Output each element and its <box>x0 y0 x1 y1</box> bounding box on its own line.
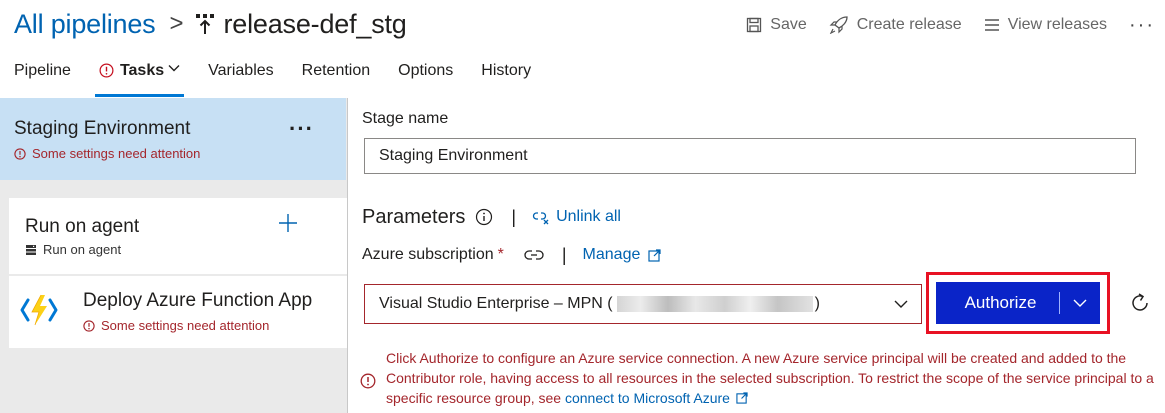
tab-variables[interactable]: Variables <box>208 58 274 98</box>
list-icon <box>984 18 1000 32</box>
rocket-icon <box>829 16 849 34</box>
warning-icon <box>99 63 114 78</box>
create-release-button[interactable]: Create release <box>829 16 962 34</box>
redacted-subscription-id <box>616 296 813 312</box>
stage-name-input[interactable]: Staging Environment <box>364 138 1136 174</box>
stage-details-panel: Stage name Staging Environment Parameter… <box>348 98 1165 413</box>
view-releases-label: View releases <box>1007 16 1107 33</box>
tab-bar: Pipeline Tasks Variables Retention Optio… <box>0 58 545 98</box>
parameters-header: Parameters | Unlink all <box>362 204 621 230</box>
command-bar: Save Create release View releases ··· <box>746 12 1165 38</box>
agent-job-subtitle: Run on agent <box>25 242 121 257</box>
view-releases-button[interactable]: View releases <box>984 16 1107 34</box>
task-title: Deploy Azure Function App <box>83 290 313 311</box>
info-icon[interactable] <box>475 208 493 226</box>
server-icon <box>25 244 37 256</box>
separator-bar: | <box>511 206 517 227</box>
breadcrumb: All pipelines > release-def_stg <box>14 6 407 42</box>
chevron-down-icon <box>893 296 909 312</box>
authorize-button[interactable]: Authorize <box>936 282 1100 324</box>
required-mark: * <box>497 246 504 263</box>
error-icon <box>360 373 376 389</box>
save-button[interactable]: Save <box>746 16 807 34</box>
unlink-icon <box>532 209 550 225</box>
authorize-dropdown-chevron-icon[interactable] <box>1060 297 1100 309</box>
breadcrumb-all-pipelines[interactable]: All pipelines <box>14 9 156 40</box>
agent-job-title: Run on agent <box>25 216 140 237</box>
authorize-error-message: Click Authorize to configure an Azure se… <box>386 350 1154 408</box>
parameters-title: Parameters <box>362 205 466 228</box>
separator-bar: | <box>561 244 567 265</box>
tab-history[interactable]: History <box>481 58 531 98</box>
connect-to-azure-link[interactable]: connect to Microsoft Azure <box>565 388 748 408</box>
add-task-button[interactable] <box>275 210 301 236</box>
link-icon[interactable] <box>524 248 544 262</box>
stage-card-staging[interactable]: Staging Environment ··· Some settings ne… <box>0 98 346 180</box>
phases-panel: Staging Environment ··· Some settings ne… <box>0 98 347 413</box>
stage-name-label: Stage name <box>362 110 449 127</box>
unlink-all-button[interactable]: Unlink all <box>532 208 621 226</box>
azure-subscription-dropdown[interactable]: Visual Studio Enterprise – MPN ( ) <box>364 284 922 324</box>
chevron-down-icon <box>168 64 180 72</box>
stage-warning: Some settings need attention <box>14 146 200 161</box>
create-release-label: Create release <box>856 16 962 33</box>
manage-link[interactable]: Manage <box>583 246 662 264</box>
task-warning: Some settings need attention <box>83 318 269 333</box>
tab-tasks[interactable]: Tasks <box>94 58 185 98</box>
warning-icon <box>14 147 26 160</box>
external-link-icon <box>736 392 748 404</box>
stage-more-button[interactable]: ··· <box>289 116 314 142</box>
refresh-icon[interactable] <box>1126 289 1154 317</box>
tab-options[interactable]: Options <box>398 58 453 98</box>
page-title: release-def_stg <box>223 8 407 39</box>
breadcrumb-separator: > <box>169 10 184 37</box>
authorize-label: Authorize <box>964 293 1037 312</box>
subscription-label-row: Azure subscription * | Manage <box>362 244 661 266</box>
agent-job-card[interactable]: Run on agent Run on agent <box>9 198 347 274</box>
release-pipeline-icon <box>194 12 216 36</box>
save-label: Save <box>770 16 807 33</box>
azure-function-icon <box>19 290 59 330</box>
external-link-icon <box>648 248 661 262</box>
tab-pipeline[interactable]: Pipeline <box>14 58 71 98</box>
stage-title: Staging Environment <box>14 118 191 139</box>
more-actions-button[interactable]: ··· <box>1129 14 1159 37</box>
azure-subscription-label: Azure subscription <box>362 246 494 263</box>
save-icon <box>746 17 762 33</box>
subscription-value: Visual Studio Enterprise – MPN ( <box>379 295 613 312</box>
tab-retention[interactable]: Retention <box>302 58 371 98</box>
warning-icon <box>83 319 95 332</box>
subscription-value-end: ) <box>814 295 820 312</box>
task-card-deploy-function[interactable]: Deploy Azure Function App Some settings … <box>9 276 347 348</box>
